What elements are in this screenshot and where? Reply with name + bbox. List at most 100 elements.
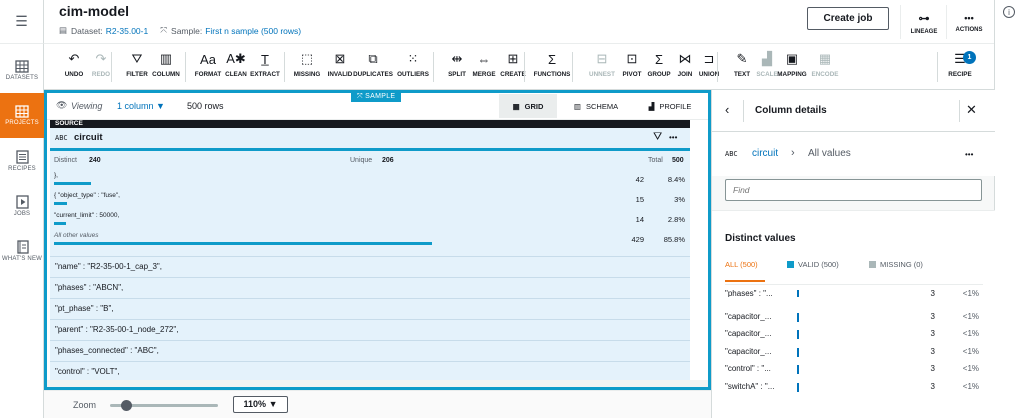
text-icon: ✎	[736, 51, 748, 66]
table-cell[interactable]: "phases" : "ABCN",	[50, 277, 690, 298]
table-cell[interactable]: "phases_connected" : "ABC",	[50, 340, 690, 361]
toolbar-redo-button[interactable]: ↷ REDO	[84, 50, 118, 78]
column-menu-button[interactable]: •••	[669, 133, 677, 142]
toolbar-extract-button[interactable]: T̲ EXTRACT	[248, 50, 282, 79]
toolbar-unnest-button[interactable]: ⊟ UNNEST	[585, 50, 619, 78]
dataset-link[interactable]: R2-35.00-1	[106, 26, 149, 36]
lineage-button[interactable]: ⊶ LINEAGE	[902, 5, 946, 41]
nav-recipes[interactable]: RECIPES	[0, 138, 44, 183]
zoom-slider-handle[interactable]	[120, 400, 132, 411]
create-icon: ⊞	[507, 51, 519, 66]
column-header[interactable]: ABC circuit ⛛ •••	[50, 128, 690, 150]
nav-jobs[interactable]: JOBS	[0, 183, 44, 228]
functions-icon: Σ	[547, 51, 557, 67]
panel-divider	[743, 100, 744, 122]
tab-divider	[725, 284, 983, 285]
unique-label: Unique	[350, 157, 373, 164]
tab-all-values[interactable]: ALL (500)	[725, 260, 758, 269]
table-cell[interactable]: "control" : "VOLT",	[50, 361, 690, 382]
toolbar-invalid-button[interactable]: ⊠ INVALID	[323, 50, 357, 78]
toolbar-label: MERGE	[472, 71, 496, 78]
column-stats: Distinct 240 Unique 206 Total 500	[54, 157, 686, 169]
tab-profile[interactable]: ▟ PROFILE	[637, 94, 703, 118]
tab-missing-values[interactable]: MISSING (0)	[869, 260, 923, 269]
actions-button[interactable]: ••• ACTIONS	[947, 5, 991, 41]
panel-more-button[interactable]: •••	[965, 150, 973, 159]
columns-dropdown[interactable]: 1 column ▼	[117, 101, 165, 111]
value-count: 14	[635, 215, 644, 224]
column-icon: ▥	[159, 51, 173, 66]
nav-whats-new[interactable]: WHAT'S NEW	[0, 228, 44, 273]
nav-datasets[interactable]: DATASETS	[0, 48, 44, 93]
grid-icon: ▦	[512, 101, 520, 111]
breadcrumb-column-link[interactable]: circuit	[752, 148, 778, 159]
value-row[interactable]: All other values 429 85.8%	[54, 230, 690, 252]
horizontal-scrollbar[interactable]	[47, 380, 708, 387]
tab-grid[interactable]: ▦ GRID	[499, 94, 557, 118]
toolbar-mapping-button[interactable]: ▣ MAPPING	[775, 50, 809, 78]
distinct-value-bar	[797, 312, 799, 322]
chevron-left-icon[interactable]: ‹	[725, 102, 729, 117]
right-rail: i	[994, 0, 1024, 418]
toolbar-label: PIVOT	[622, 71, 642, 78]
distinct-value-row[interactable]: "capacitor_... 3 <1%	[725, 345, 983, 362]
nav-label: DATASETS	[5, 75, 39, 81]
value-row[interactable]: "current_limit" : 50000, 14 2.8%	[54, 210, 690, 232]
nav-projects[interactable]: PROJECTS	[0, 93, 44, 138]
zoom-select[interactable]: 110% ▼	[233, 396, 288, 413]
menu-button[interactable]: ☰	[0, 0, 44, 44]
value-percent: 3%	[674, 195, 685, 204]
toolbar-duplicates-button[interactable]: ⧉ DUPLICATES	[353, 50, 393, 78]
create-job-button[interactable]: Create job	[807, 7, 889, 30]
distinct-value-label: "capacitor_...	[725, 346, 772, 356]
tab-valid-values[interactable]: VALID (500)	[787, 260, 839, 269]
value-row[interactable]: }, 42 8.4%	[54, 170, 690, 192]
sample-link[interactable]: First n sample (500 rows)	[205, 26, 301, 36]
toolbar-outliers-button[interactable]: ⁙ OUTLIERS	[396, 50, 430, 78]
tab-label: SCHEMA	[586, 101, 619, 111]
distinct-value-row[interactable]: "phases" : "... 3 <1%	[725, 287, 983, 297]
info-icon[interactable]: i	[1003, 6, 1015, 18]
distinct-value-row[interactable]: "capacitor_... 3 <1%	[725, 327, 983, 344]
extract-icon: T̲	[261, 51, 269, 67]
value-label: All other values	[54, 232, 99, 239]
outliers-icon: ⁙	[407, 51, 419, 66]
toolbar-missing-button[interactable]: ⬚ MISSING	[290, 50, 324, 78]
toolbar-recipe-button[interactable]: ☰ RECIPE 1	[943, 50, 977, 78]
distinct-value-label: "phases" : "...	[725, 289, 773, 297]
distinct-value-row[interactable]: "capacitor_... 3 <1%	[725, 310, 983, 327]
distinct-value-bar	[797, 347, 799, 357]
toolbar-column-button[interactable]: ▥ COLUMN	[149, 50, 183, 78]
distinct-value-row[interactable]: "control" : "... 3 <1%	[725, 362, 983, 379]
distinct-value-row[interactable]: "switchA" : "... 3 <1%	[725, 380, 983, 397]
value-row[interactable]: { "object_type" : "fuse", 15 3%	[54, 190, 690, 212]
find-input[interactable]	[725, 179, 982, 201]
lineage-label: LINEAGE	[910, 28, 938, 35]
distinct-value-count: 3	[930, 289, 935, 297]
distinct-value-count: 3	[930, 329, 935, 338]
clean-icon: A✱	[226, 51, 246, 66]
caret-down-icon: ▼	[156, 101, 165, 111]
value-percent: 2.8%	[667, 215, 685, 224]
tab-schema[interactable]: ▥ SCHEMA	[562, 94, 630, 118]
toolbar-functions-button[interactable]: Σ FUNCTIONS	[534, 50, 571, 79]
toolbar-encode-button[interactable]: ▦ ENCODE	[808, 50, 842, 78]
redo-icon: ↷	[95, 51, 107, 66]
page-header: cim-model ▤ Dataset: R2-35.00-1 ⤧ Sample…	[44, 0, 994, 44]
table-cell[interactable]: "pt_phase" : "B",	[50, 298, 690, 319]
distinct-value-percent: <1%	[962, 346, 979, 356]
close-icon[interactable]: ✕	[966, 102, 977, 118]
toolbar-label: UNDO	[64, 71, 84, 78]
zoom-slider[interactable]	[110, 400, 218, 411]
book-icon	[16, 239, 29, 254]
header-divider	[900, 5, 901, 39]
value-frequency-bar	[54, 182, 91, 185]
toolbar-union-button[interactable]: ⊐ UNION	[692, 50, 726, 78]
table-cell[interactable]: "name" : "R2-35-00-1_cap_3",	[50, 256, 690, 277]
table-cell[interactable]: "parent" : "R2-35-00-1_node_272",	[50, 319, 690, 340]
distinct-value-bar	[797, 365, 799, 374]
value-label: { "object_type" : "fuse",	[54, 192, 120, 199]
toolbar-separator	[111, 52, 112, 82]
value-percent: 8.4%	[667, 175, 685, 184]
filter-icon[interactable]: ⛛	[653, 131, 662, 144]
